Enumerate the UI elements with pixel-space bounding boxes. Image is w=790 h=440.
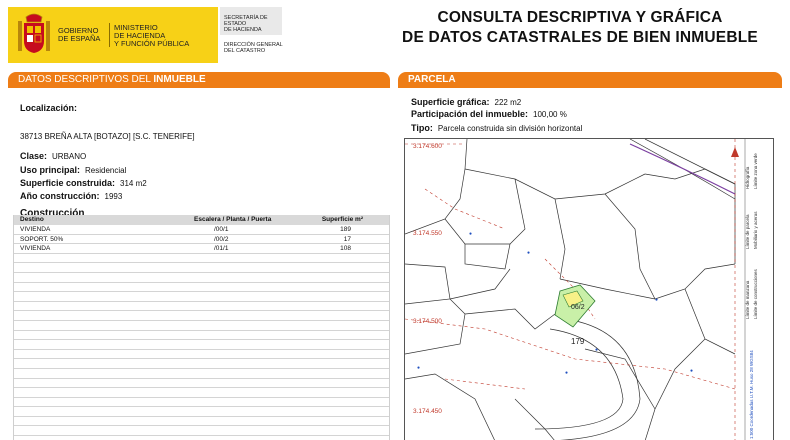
cadastral-map[interactable]: ● ● ● ● ● ● ● 3.174.600 3.174.550 3.174.… <box>404 138 774 440</box>
building-label: 06/2 <box>571 304 585 311</box>
table-row: VIVIENDA /01/1 108 <box>14 244 389 254</box>
coord-3: 3.174.500 <box>413 318 442 325</box>
secretaria-box: SECRETARÍA DE ESTADO DE HACIENDA <box>220 7 282 35</box>
anio-value: 1993 <box>104 192 123 201</box>
svg-text:●: ● <box>417 365 420 371</box>
svg-text:●: ● <box>690 368 693 374</box>
divider <box>109 23 110 47</box>
empty-row <box>14 292 389 302</box>
empty-row <box>14 321 389 331</box>
svg-text:●: ● <box>469 231 472 237</box>
anio-label: Año construcción: <box>20 191 100 201</box>
row-destino: VIVIENDA <box>20 226 51 233</box>
row-superficie: 189 <box>340 226 351 233</box>
legend-2: Límite zona verde <box>753 153 758 189</box>
legend-3: Límite de parcela <box>745 214 750 249</box>
svg-text:●: ● <box>527 250 530 256</box>
empty-row <box>14 398 389 408</box>
col-destino: Destino <box>20 216 44 223</box>
secretaria-line-1: SECRETARÍA DE ESTADO <box>224 15 268 27</box>
table-body: VIVIENDA /00/1 189 SOPORT. 50% /00/2 17 … <box>14 225 389 437</box>
datos-section-title-bold: INMUEBLE <box>153 74 206 85</box>
row-destino: SOPORT. 50% <box>20 235 64 243</box>
title-line-1: CONSULTA DESCRIPTIVA Y GRÁFICA <box>437 9 723 26</box>
legend-4: Mobiliario y aceras <box>753 211 758 249</box>
legend-scale: 1:500 Coordenadas U.T.M. Huso 28 WGS84 <box>749 350 754 439</box>
empty-row <box>14 331 389 341</box>
gov-line-2: DE ESPAÑA <box>58 34 101 43</box>
parcela-section-header: PARCELA <box>398 72 782 88</box>
document-title: CONSULTA DESCRIPTIVA Y GRÁFICA DE DATOS … <box>395 8 765 48</box>
svg-text:●: ● <box>595 347 598 353</box>
localizacion-label: Localización: <box>20 103 78 113</box>
tipo-value: Parcela construida sin división horizont… <box>437 124 583 133</box>
tipo-label: Tipo: <box>411 123 433 133</box>
empty-row <box>14 283 389 293</box>
localizacion-value: 38713 BREÑA ALTA [BOTAZO] [S.C. TENERIFE… <box>20 132 195 141</box>
col-superficie: Superficie m² <box>321 216 363 223</box>
government-logo-band: GOBIERNO DE ESPAÑA MINISTERIO DE HACIEND… <box>8 7 218 63</box>
empty-row <box>14 369 389 379</box>
row-escalera: /00/1 <box>214 226 229 233</box>
empty-row <box>14 359 389 369</box>
construccion-table: Destino Escalera / Planta / Puerta Super… <box>13 215 390 440</box>
map-drawing: ● ● ● ● ● ● ● 3.174.600 3.174.550 3.174.… <box>405 139 758 440</box>
empty-row <box>14 379 389 389</box>
table-header: Destino Escalera / Planta / Puerta Super… <box>14 215 389 225</box>
table-row: VIVIENDA /00/1 189 <box>14 225 389 235</box>
datos-section-title: DATOS DESCRIPTIVOS DEL <box>18 74 154 85</box>
empty-row <box>14 273 389 283</box>
empty-row <box>14 350 389 360</box>
table-row: SOPORT. 50% /00/2 17 <box>14 235 389 245</box>
secretaria-line-2: DE HACIENDA <box>224 27 262 33</box>
empty-row <box>14 311 389 321</box>
empty-row <box>14 426 389 437</box>
col-escalera: Escalera / Planta / Puerta <box>194 216 272 223</box>
coord-2: 3.174.550 <box>413 230 442 237</box>
title-line-2: DE DATOS CATASTRALES DE BIEN INMUEBLE <box>402 29 758 46</box>
legend-6: Límite de construcciones <box>753 268 758 319</box>
legend-5: Límite de manzana <box>745 280 750 319</box>
empty-row <box>14 388 389 398</box>
svg-text:●: ● <box>655 297 658 303</box>
empty-row <box>14 417 389 427</box>
svg-text:●: ● <box>565 370 568 376</box>
empty-row <box>14 340 389 350</box>
row-escalera: /00/2 <box>214 235 229 243</box>
row-superficie: 17 <box>343 235 351 243</box>
coord-1: 3.174.600 <box>413 143 442 150</box>
hydrography-line <box>629 143 736 195</box>
parcel-label: 179 <box>571 337 585 346</box>
empty-row <box>14 254 389 264</box>
coat-of-arms-icon <box>18 13 50 53</box>
empty-row <box>14 263 389 273</box>
parcela-section-title: PARCELA <box>408 74 456 85</box>
empty-row <box>14 302 389 312</box>
empty-row <box>14 407 389 417</box>
datos-section-header: DATOS DESCRIPTIVOS DEL INMUEBLE <box>8 72 390 88</box>
superficie-construida-value: 314 m2 <box>120 179 147 188</box>
row-escalera: /01/1 <box>214 245 229 253</box>
direccion-general: DIRECCIÓN GENERAL DEL CATASTRO <box>224 42 283 54</box>
row-destino: VIVIENDA <box>20 245 51 253</box>
ministry-line-3: Y FUNCIÓN PÚBLICA <box>114 39 190 48</box>
row-superficie: 108 <box>340 245 351 253</box>
coord-4: 3.174.450 <box>413 408 442 415</box>
direccion-line-2: DEL CATASTRO <box>224 48 266 54</box>
legend-1: Hidrografía <box>745 166 750 189</box>
north-arrow-icon <box>731 147 739 157</box>
